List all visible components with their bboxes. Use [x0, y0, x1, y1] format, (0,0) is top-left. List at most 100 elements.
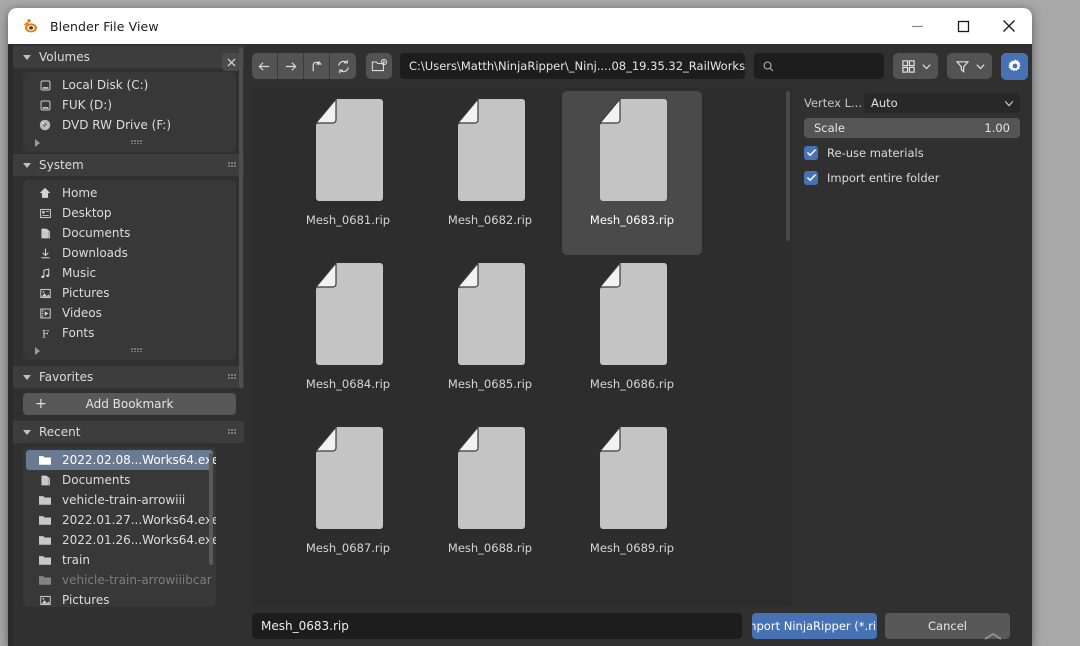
- sidebar-item-label: Downloads: [62, 246, 128, 260]
- recent-item-label: 2022.02.08...Works64.exe: [62, 453, 216, 467]
- maximize-button[interactable]: [940, 8, 986, 44]
- file-item[interactable]: Mesh_0682.rip: [420, 91, 560, 255]
- recent-item-3[interactable]: 2022.01.27...Works64.exe: [26, 510, 216, 530]
- back-button[interactable]: [252, 53, 278, 79]
- recent-item-7[interactable]: Pictures: [26, 590, 213, 607]
- file-grid: Mesh_0681.rip Mesh_0682.rip Mesh_0683.ri…: [252, 87, 792, 583]
- file-item[interactable]: Mesh_0684.rip: [278, 255, 418, 419]
- minimize-icon: [911, 25, 923, 27]
- import-entire-folder-checkbox[interactable]: Import entire folder: [804, 167, 1020, 188]
- filename-input[interactable]: Mesh_0683.rip: [252, 613, 742, 639]
- arrow-up-parent-icon: [312, 60, 322, 71]
- parent-directory-button[interactable]: [304, 53, 330, 79]
- film-icon: [36, 307, 54, 320]
- recent-item-label: vehicle-train-arrowiiibcar: [62, 573, 212, 587]
- recent-item-label: 2022.01.27...Works64.exe: [62, 513, 216, 527]
- navigation-button-group: [252, 53, 356, 79]
- music-note-icon: [36, 267, 54, 280]
- forward-button[interactable]: [278, 53, 304, 79]
- search-input[interactable]: [754, 53, 884, 79]
- system-panel: Home Desktop Documents Downloads Music P…: [23, 180, 236, 360]
- file-item[interactable]: Mesh_0681.rip: [278, 91, 418, 255]
- folder-icon: [36, 534, 54, 546]
- scale-value: 1.00: [984, 121, 1010, 135]
- section-header-system[interactable]: System: [13, 154, 244, 176]
- sidebar-item-label: Videos: [62, 306, 102, 320]
- sidebar-item-desktop[interactable]: Desktop: [26, 203, 233, 223]
- file-item[interactable]: Mesh_0687.rip: [278, 419, 418, 583]
- plus-icon: +: [35, 396, 47, 412]
- grip-dots-icon: [131, 348, 143, 352]
- sidebar-item-label: FUK (D:): [62, 98, 113, 112]
- sidebar-item-pictures[interactable]: Pictures: [26, 283, 233, 303]
- main-pane: C:\Users\Matth\NinjaRipper\_Ninj....08_1…: [248, 44, 1032, 646]
- sidebar-scrollbar[interactable]: [239, 48, 243, 388]
- section-title: Favorites: [39, 370, 94, 384]
- file-item[interactable]: Mesh_0685.rip: [420, 255, 560, 419]
- sidebar-item-videos[interactable]: Videos: [26, 303, 233, 323]
- close-icon: [226, 57, 236, 67]
- sidebar-item-label: Music: [62, 266, 97, 280]
- file-item[interactable]: Mesh_0686.rip: [562, 255, 702, 419]
- volumes-expand-row[interactable]: [23, 135, 236, 150]
- chevron-down-icon: [23, 162, 31, 168]
- grip-dots-icon: [228, 162, 237, 168]
- import-button[interactable]: Import NinjaRipper (*.ri...: [752, 613, 877, 639]
- section-header-volumes[interactable]: Volumes: [13, 46, 244, 68]
- svg-text:F: F: [41, 328, 48, 339]
- sidebar-item-documents[interactable]: Documents: [26, 223, 233, 243]
- scale-label: Scale: [814, 121, 845, 135]
- documents-icon: [36, 474, 54, 487]
- display-mode-dropdown[interactable]: [893, 53, 938, 79]
- chevron-down-icon: [922, 63, 931, 69]
- sidebar-item-fonts[interactable]: F Fonts: [26, 323, 233, 343]
- section-header-recent[interactable]: Recent: [13, 421, 244, 443]
- recent-item-6[interactable]: vehicle-train-arrowiiibcar: [26, 570, 213, 590]
- sidebar-item-dvd-rw-drive-f[interactable]: DVD RW Drive (F:): [26, 115, 233, 135]
- scale-slider[interactable]: Scale 1.00: [804, 118, 1020, 138]
- reuse-materials-checkbox[interactable]: Re-use materials: [804, 142, 1020, 163]
- clear-recent-button[interactable]: [222, 53, 240, 71]
- section-header-favorites[interactable]: Favorites: [13, 366, 244, 388]
- file-pane-scrollbar[interactable]: [786, 91, 790, 241]
- settings-button[interactable]: [1001, 52, 1028, 80]
- recent-item-0[interactable]: 2022.02.08...Works64.exe: [26, 450, 216, 470]
- refresh-button[interactable]: [330, 53, 356, 79]
- volumes-panel: Local Disk (C:) FUK (D:) DVD RW Drive (F…: [23, 72, 236, 152]
- blender-logo-icon: [23, 18, 37, 33]
- recent-item-2[interactable]: vehicle-train-arrowiii: [26, 490, 213, 510]
- recent-item-4[interactable]: 2022.01.26...Works64.exe: [26, 530, 216, 550]
- recent-item-5[interactable]: train: [26, 550, 213, 570]
- close-button[interactable]: [986, 8, 1032, 44]
- filter-dropdown[interactable]: [947, 53, 992, 79]
- vertex-format-dropdown[interactable]: Auto: [864, 93, 1020, 113]
- file-item[interactable]: Mesh_0688.rip: [420, 419, 560, 583]
- sidebar-item-local-disk-c[interactable]: Local Disk (C:): [26, 75, 233, 95]
- path-value: C:\Users\Matth\NinjaRipper\_Ninj....08_1…: [409, 59, 745, 73]
- recent-scrollbar[interactable]: [209, 453, 213, 565]
- new-folder-button[interactable]: [366, 53, 392, 79]
- add-bookmark-button[interactable]: + Add Bookmark: [23, 393, 236, 415]
- recent-item-1[interactable]: Documents: [26, 470, 213, 490]
- file-name: Mesh_0685.rip: [447, 377, 533, 391]
- file-item-selected[interactable]: Mesh_0683.rip: [562, 91, 702, 255]
- sidebar-item-fuk-d[interactable]: FUK (D:): [26, 95, 233, 115]
- path-input[interactable]: C:\Users\Matth\NinjaRipper\_Ninj....08_1…: [400, 53, 745, 79]
- sidebar-item-downloads[interactable]: Downloads: [26, 243, 233, 263]
- desktop-icon: [36, 207, 54, 220]
- maximize-icon: [957, 20, 969, 32]
- grip-dots-icon: [131, 140, 143, 144]
- gear-icon: [1007, 59, 1021, 72]
- checkmark-icon: [804, 170, 818, 185]
- recent-item-label: Documents: [62, 473, 131, 487]
- file-item[interactable]: Mesh_0689.rip: [562, 419, 702, 583]
- blender-file-view-window: Blender File View Volumes Local Disk (C:…: [8, 8, 1032, 646]
- system-expand-row[interactable]: [23, 343, 236, 358]
- minimize-button[interactable]: [894, 8, 940, 44]
- sidebar-item-music[interactable]: Music: [26, 263, 233, 283]
- sidebar-item-home[interactable]: Home: [26, 183, 233, 203]
- sidebar: Volumes Local Disk (C:) FUK (D:) DVD RW …: [13, 44, 244, 646]
- file-name: Mesh_0681.rip: [305, 213, 391, 227]
- file-browser-pane[interactable]: Mesh_0681.rip Mesh_0682.rip Mesh_0683.ri…: [252, 87, 792, 606]
- resize-grip-handle[interactable]: [982, 632, 1004, 641]
